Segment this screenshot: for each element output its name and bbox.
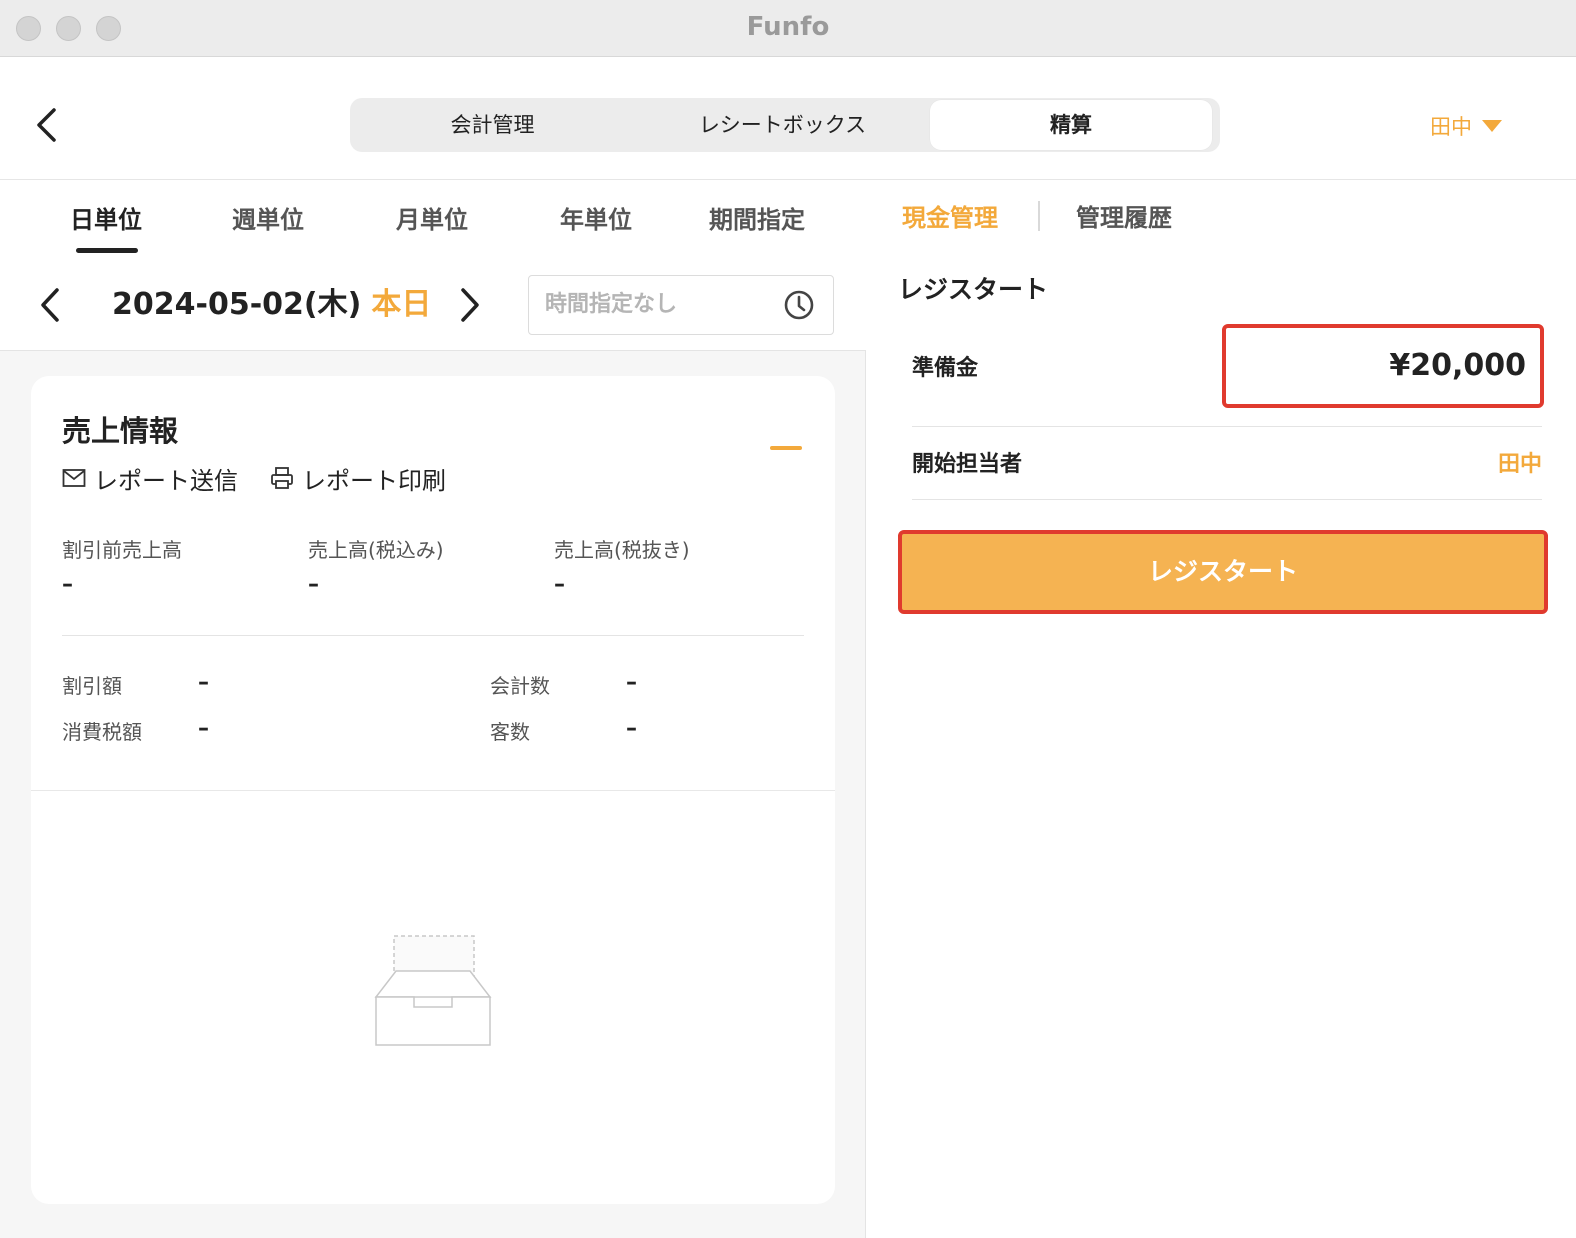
- user-menu[interactable]: 田中: [1430, 104, 1530, 148]
- empty-tray-icon: [374, 935, 492, 1046]
- chevron-left-icon: [37, 108, 56, 142]
- stat-label: 割引前売上高: [62, 538, 182, 562]
- stat-label: 消費税額: [62, 720, 142, 744]
- divider: [62, 635, 804, 636]
- period-tab-day[interactable]: 日単位: [60, 200, 152, 240]
- stat-value: –: [198, 670, 209, 695]
- reserve-fund-input[interactable]: ¥20,000: [1222, 324, 1544, 408]
- period-tab-indicator: [76, 248, 138, 253]
- divider: [31, 790, 835, 791]
- printer-icon: [271, 467, 293, 489]
- card-title: 売上情報: [62, 414, 179, 448]
- stat-label: 割引額: [62, 674, 122, 698]
- window-title: Funfo: [746, 12, 830, 42]
- tab-receipt-box[interactable]: レシートボックス: [635, 98, 930, 152]
- stat-value: –: [198, 716, 209, 741]
- period-tab-year[interactable]: 年単位: [550, 200, 642, 240]
- stat-value: –: [554, 572, 565, 597]
- stat-value: –: [62, 572, 73, 597]
- send-report-button[interactable]: レポート送信: [62, 460, 238, 496]
- chevron-left-icon: [41, 288, 59, 322]
- divider: [912, 426, 1542, 427]
- stat-label: 客数: [490, 720, 530, 744]
- back-button[interactable]: [26, 100, 66, 150]
- mail-icon: [62, 469, 86, 487]
- print-report-label: レポート印刷: [302, 466, 446, 495]
- clock-icon: [784, 290, 814, 320]
- user-name: 田中: [1430, 115, 1472, 139]
- period-tab-custom[interactable]: 期間指定: [700, 200, 814, 240]
- print-report-button[interactable]: レポート印刷: [270, 460, 446, 496]
- time-filter-placeholder: 時間指定なし: [545, 292, 678, 317]
- register-start-button[interactable]: レジスタート: [898, 530, 1548, 614]
- starter-label: 開始担当者: [912, 452, 1023, 477]
- current-date: 2024-05-02(木) 本日: [112, 283, 431, 327]
- stat-label: 会計数: [490, 674, 550, 698]
- time-filter-field[interactable]: 時間指定なし: [528, 275, 834, 335]
- stat-value: –: [626, 670, 637, 695]
- stat-value: –: [626, 716, 637, 741]
- chevron-right-icon: [461, 288, 479, 322]
- tab-management-history[interactable]: 管理履歴: [1076, 198, 1172, 238]
- main-tab-bar: 会計管理 レシートボックス 精算: [350, 98, 1220, 152]
- caret-down-icon: [1482, 120, 1502, 132]
- next-date-button[interactable]: [450, 280, 490, 330]
- reserve-fund-label: 準備金: [912, 356, 979, 381]
- today-badge: 本日: [371, 287, 432, 322]
- period-tab-week[interactable]: 週単位: [222, 200, 314, 240]
- starter-value[interactable]: 田中: [1450, 446, 1542, 478]
- collapse-button[interactable]: [770, 446, 802, 450]
- stat-label: 売上高(税抜き): [554, 538, 690, 562]
- stat-value: –: [308, 572, 319, 597]
- previous-date-button[interactable]: [30, 280, 70, 330]
- period-tab-month[interactable]: 月単位: [386, 200, 478, 240]
- tab-accounting[interactable]: 会計管理: [350, 98, 635, 152]
- stat-label: 売上高(税込み): [308, 538, 444, 562]
- reserve-fund-value: ¥20,000: [1389, 348, 1526, 383]
- section-title: レジスタート: [898, 275, 1049, 304]
- date-value: 2024-05-02(木): [112, 287, 362, 322]
- divider: [912, 499, 1542, 500]
- tab-settlement[interactable]: 精算: [930, 100, 1212, 150]
- tab-separator: [1038, 201, 1040, 231]
- send-report-label: レポート送信: [94, 466, 238, 495]
- tab-cash-management[interactable]: 現金管理: [902, 198, 998, 238]
